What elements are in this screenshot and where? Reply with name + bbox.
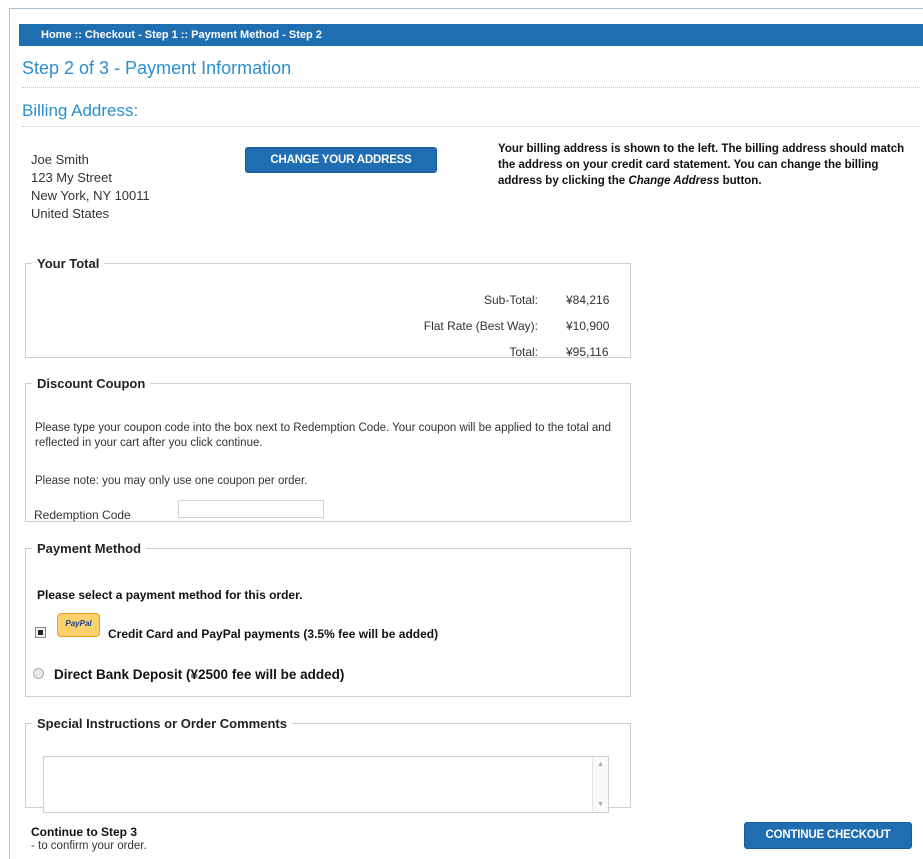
your-total-legend: Your Total [37, 256, 100, 271]
subtotal-value: ¥84,216 [566, 293, 610, 307]
scroll-down-arrow-icon[interactable]: ▼ [597, 801, 604, 808]
redemption-code-label: Redemption Code [34, 508, 131, 522]
bank-deposit-radio[interactable] [33, 668, 44, 679]
payment-method-panel: Payment Method Please select a payment m… [25, 541, 631, 697]
bank-deposit-option-label[interactable]: Direct Bank Deposit (¥2500 fee will be a… [54, 667, 344, 682]
continue-step-subtitle: - to confirm your order. [31, 840, 147, 852]
shipping-value: ¥10,900 [566, 319, 610, 333]
coupon-instructions: Please type your coupon code into the bo… [35, 422, 612, 449]
scroll-up-arrow-icon[interactable]: ▲ [597, 761, 604, 768]
address-city: New York, NY 10011 [31, 188, 150, 203]
continue-checkout-button[interactable]: CONTINUE CHECKOUT [744, 822, 912, 849]
address-street: 123 My Street [31, 170, 112, 185]
change-address-button[interactable]: CHANGE YOUR ADDRESS [245, 147, 437, 173]
total-value: ¥95,116 [566, 345, 609, 359]
payment-method-prompt: Please select a payment method for this … [37, 588, 303, 602]
order-comments-panel: Special Instructions or Order Comments ▲… [25, 716, 631, 813]
order-comments-legend: Special Instructions or Order Comments [37, 716, 287, 731]
comments-scrollbar[interactable]: ▲ ▼ [592, 757, 608, 812]
paypal-option-label[interactable]: Credit Card and PayPal payments (3.5% fe… [108, 627, 438, 641]
billing-note-end: button. [722, 175, 762, 187]
order-comments-textarea[interactable]: ▲ ▼ [43, 756, 609, 813]
discount-coupon-legend: Discount Coupon [37, 376, 146, 391]
billing-address: Joe Smith 123 My Street New York, NY 100… [31, 151, 150, 223]
divider [22, 126, 920, 127]
address-country: United States [31, 206, 110, 221]
breadcrumb-separator: :: [180, 29, 189, 41]
address-name: Joe Smith [31, 152, 89, 167]
discount-coupon-panel: Discount Coupon Please type your coupon … [25, 376, 631, 522]
total-label: Total: [509, 345, 538, 359]
coupon-note: Please note: you may only use one coupon… [35, 475, 308, 487]
breadcrumb: Home:: Checkout - Step 1:: Payment Method … [19, 24, 923, 46]
page-title: Step 2 of 3 - Payment Information [22, 58, 292, 78]
billing-note-emphasis: Change Address [628, 175, 720, 187]
subtotal-label: Sub-Total: [483, 293, 538, 307]
breadcrumb-step2: Payment Method - Step 2 [191, 29, 322, 41]
billing-address-heading: Billing Address: [22, 101, 139, 120]
breadcrumb-home[interactable]: Home [41, 29, 72, 41]
breadcrumb-separator: :: [74, 29, 82, 41]
your-total-panel: Your Total Sub-Total: ¥84,216 Flat Rate … [25, 256, 631, 359]
divider [22, 87, 920, 88]
breadcrumb-step1[interactable]: Checkout - Step 1 [85, 29, 178, 41]
paypal-logo-icon: PayPal [57, 613, 100, 637]
paypal-radio[interactable] [35, 627, 46, 638]
continue-step-title: Continue to Step 3 [31, 825, 137, 839]
billing-address-note: Your billing address is shown to the lef… [498, 141, 923, 189]
payment-method-legend: Payment Method [37, 541, 142, 556]
shipping-label: Flat Rate (Best Way): [423, 319, 538, 333]
redemption-code-input[interactable] [178, 500, 324, 518]
